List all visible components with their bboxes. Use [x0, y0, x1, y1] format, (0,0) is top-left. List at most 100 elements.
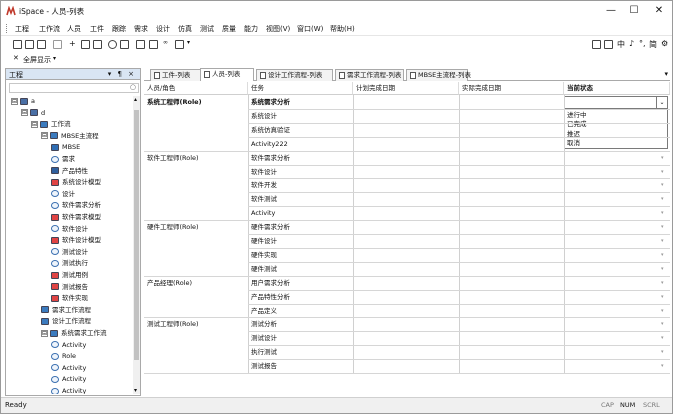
grid-icon[interactable] [93, 40, 102, 49]
status-dropdown-icon[interactable]: ▾ [661, 169, 664, 175]
infinity-icon[interactable]: ∞ [163, 39, 168, 46]
close-button[interactable]: ✕ [648, 4, 670, 18]
menu-project[interactable]: 工程 [15, 24, 29, 34]
tree-node[interactable]: 软件需求模型 [51, 212, 101, 223]
menu-people[interactable]: 人员 [67, 24, 81, 34]
collapse-icon[interactable]: ⊟ [21, 109, 28, 117]
minimize-button[interactable]: — [600, 4, 622, 18]
menu-trace[interactable]: 跟踪 [112, 24, 126, 34]
chevron-down-icon[interactable]: ⌄ [656, 97, 667, 108]
role-cell[interactable]: 系统工程师(Role) [144, 95, 202, 109]
task-cell[interactable]: 执行测试 [248, 345, 277, 359]
status-dropdown-icon[interactable]: ▾ [661, 210, 664, 216]
role-cell[interactable]: 测试工程师(Role) [144, 317, 199, 331]
status-option[interactable]: 已完成 [567, 120, 587, 129]
task-cell[interactable]: 测试设计 [248, 331, 277, 345]
ime-grid-icon[interactable] [604, 40, 613, 49]
scroll-up-icon[interactable]: ▴ [134, 96, 137, 103]
tree-node[interactable]: 需求工作流程 [41, 305, 91, 316]
tree-node[interactable]: Role [51, 351, 76, 362]
menu-simulation[interactable]: 仿真 [178, 24, 192, 34]
ime-simplified-toggle[interactable]: 简 [649, 39, 657, 50]
tree-node[interactable]: Activity [51, 374, 86, 385]
tree-node[interactable]: Activity [51, 340, 86, 351]
menu-test[interactable]: 测试 [200, 24, 214, 34]
tree-node[interactable]: 需求 [51, 154, 75, 165]
collapse-icon[interactable]: ⊟ [41, 132, 48, 140]
status-dropdown-icon[interactable]: ▾ [661, 196, 664, 202]
tree-node[interactable]: ⊟ MBSE主流程 [41, 131, 99, 142]
layout-icon[interactable] [175, 40, 184, 49]
tab-3[interactable]: 需求工作流程-列表 [335, 69, 404, 81]
tab-0[interactable]: 工件-列表 [150, 69, 202, 81]
status-option[interactable]: 取消 [567, 139, 580, 148]
menu-capability[interactable]: 能力 [244, 24, 258, 34]
status-combo[interactable]: ⌄ [564, 96, 668, 109]
tree-scrollbar[interactable]: ▴ ▾ [133, 96, 140, 394]
menu-window[interactable]: 窗口(W) [297, 24, 323, 34]
status-dropdown-icon[interactable]: ▾ [661, 238, 664, 244]
task-cell[interactable]: 软件开发 [248, 178, 277, 192]
status-dropdown-icon[interactable]: ▾ [661, 321, 664, 327]
column-header[interactable]: 人员/角色 [144, 82, 248, 95]
scroll-down-icon[interactable]: ▾ [134, 387, 137, 394]
tree-node[interactable]: 测试设计 [51, 247, 88, 258]
maximize-button[interactable]: ☐ [623, 4, 645, 18]
properties-icon[interactable] [53, 40, 62, 49]
role-cell[interactable]: 软件工程师(Role) [144, 151, 199, 165]
ime-width-icon[interactable]: °, [639, 39, 646, 48]
tree-node[interactable]: ⊟ a [11, 96, 35, 107]
tree-node[interactable]: 测试报告 [51, 282, 88, 293]
scroll-thumb[interactable] [134, 110, 139, 360]
tree-node[interactable]: 测试执行 [51, 258, 88, 269]
task-cell[interactable]: 系统仿真验证 [248, 123, 290, 137]
menu-quality[interactable]: 质量 [222, 24, 236, 34]
task-cell[interactable]: 硬件需求分析 [248, 220, 290, 234]
tab-4[interactable]: MBSE主流程-列表 [406, 69, 471, 81]
menu-view[interactable]: 视图(V) [266, 24, 290, 34]
status-dropdown-icon[interactable]: ▾ [661, 294, 664, 300]
status-dropdown-icon[interactable]: ▾ [661, 363, 664, 369]
status-dropdown-icon[interactable]: ▾ [661, 155, 664, 161]
status-dropdown-icon[interactable]: ▾ [661, 252, 664, 258]
help-icon[interactable] [108, 40, 117, 49]
tree-node[interactable]: ⊟ 工作流 [31, 119, 71, 130]
show-all-button[interactable]: 全屏显示 [23, 55, 51, 65]
tab-1[interactable]: 人员-列表 [200, 68, 254, 81]
status-dropdown-icon[interactable]: ▾ [661, 308, 664, 314]
add-icon[interactable]: + [69, 39, 76, 48]
tree-node[interactable]: 软件需求分析 [51, 200, 101, 211]
status-option[interactable]: 进行中 [567, 111, 587, 120]
new-icon[interactable] [13, 40, 22, 49]
toolbar-overflow-icon[interactable]: ▾ [187, 39, 190, 46]
columns-icon[interactable] [149, 40, 158, 49]
page-icon[interactable] [136, 40, 145, 49]
tree-node[interactable]: 产品特性 [51, 166, 88, 177]
tree-node[interactable]: 软件设计 [51, 224, 88, 235]
task-cell[interactable]: 软件设计 [248, 165, 277, 179]
task-cell[interactable]: 系统设计 [248, 109, 277, 123]
close-all-icon[interactable]: ✕ [13, 54, 19, 62]
tree-node[interactable]: ⊟ 系统需求工作流 [41, 328, 107, 339]
task-cell[interactable]: 产品特性分析 [248, 290, 290, 304]
column-header[interactable]: 当前状态 [564, 82, 670, 95]
tree-node[interactable]: ⊟ d [21, 108, 45, 119]
menu-design[interactable]: 设计 [156, 24, 170, 34]
open-icon[interactable] [25, 40, 34, 49]
ime-settings-icon[interactable]: ⚙ [661, 39, 668, 48]
status-dropdown-icon[interactable]: ▾ [661, 335, 664, 341]
panel-controls[interactable]: ▾ ¶ × [108, 70, 136, 78]
task-cell[interactable]: 软件测试 [248, 192, 277, 206]
status-dropdown-icon[interactable]: ▾ [661, 182, 664, 188]
menu-artifact[interactable]: 工件 [90, 24, 104, 34]
collapse-icon[interactable]: ⊟ [31, 120, 38, 128]
status-dropdown-icon[interactable]: ▾ [661, 224, 664, 230]
task-cell[interactable]: 软件需求分析 [248, 151, 290, 165]
status-dropdown-icon[interactable]: ▾ [661, 349, 664, 355]
status-dropdown-icon[interactable]: ▾ [661, 280, 664, 286]
tree-node[interactable]: 软件实现 [51, 293, 88, 304]
status-dropdown-icon[interactable]: ▾ [661, 266, 664, 272]
task-cell[interactable]: 硬件测试 [248, 262, 277, 276]
tab-2[interactable]: 设计工作流程-列表 [256, 69, 333, 81]
ime-chinese-toggle[interactable]: 中 [617, 39, 625, 50]
